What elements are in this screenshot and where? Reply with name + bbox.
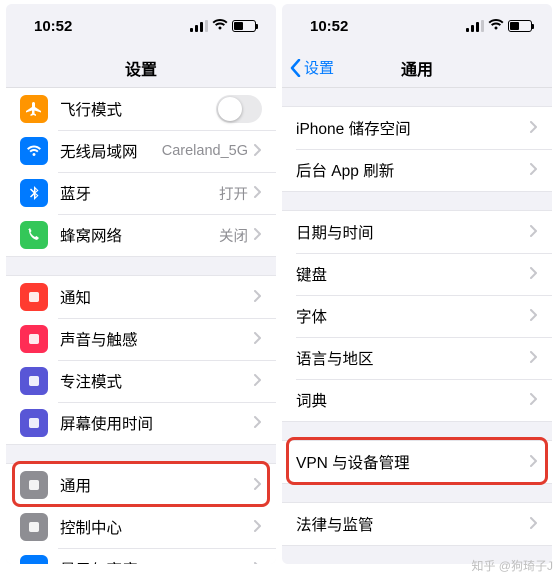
wifi-icon — [20, 137, 48, 165]
nav-title: 通用 — [401, 56, 433, 80]
settings-row-focus[interactable]: 专注模式 — [6, 360, 276, 402]
row-label: 字体 — [296, 305, 530, 327]
back-button[interactable]: 设置 — [290, 57, 334, 78]
row-label: 屏幕使用时间 — [60, 412, 254, 434]
chevron-right-icon — [530, 266, 538, 283]
row-label: 后台 App 刷新 — [296, 159, 530, 181]
cellular-signal-icon — [190, 20, 208, 32]
settings-list[interactable]: 飞行模式无线局域网Careland_5G蓝牙打开蜂窝网络关闭 通知声音与触感专注… — [6, 88, 276, 564]
chevron-right-icon — [254, 415, 262, 432]
chevron-right-icon — [254, 373, 262, 390]
row-label: VPN 与设备管理 — [296, 451, 530, 473]
settings-row-general[interactable]: 通用 — [6, 464, 276, 506]
general-row-font[interactable]: 字体 — [282, 295, 552, 337]
settings-row-bt[interactable]: 蓝牙打开 — [6, 172, 276, 214]
chevron-right-icon — [530, 308, 538, 325]
settings-root-screen: 10:52 设置 飞行模式无线局域网Careland_5G蓝牙打开蜂窝网络关闭 … — [6, 4, 276, 564]
cell-icon — [20, 221, 48, 249]
chevron-right-icon — [254, 519, 262, 536]
chevron-right-icon — [254, 331, 262, 348]
wifi-icon — [488, 18, 504, 35]
row-label: 蓝牙 — [60, 182, 219, 204]
settings-row-screent[interactable]: 屏幕使用时间 — [6, 402, 276, 444]
settings-row-notif[interactable]: 通知 — [6, 276, 276, 318]
sound-icon — [20, 325, 48, 353]
row-detail: Careland_5G — [162, 143, 248, 159]
chevron-right-icon — [254, 289, 262, 306]
settings-row-flight[interactable]: 飞行模式 — [6, 88, 276, 130]
general-row-lang[interactable]: 语言与地区 — [282, 337, 552, 379]
chevron-right-icon — [530, 350, 538, 367]
row-label: 通用 — [60, 474, 254, 496]
chevron-right-icon — [530, 516, 538, 533]
disp-icon — [20, 555, 48, 564]
watermark: 知乎 @狗琦子J — [471, 557, 553, 574]
nav-bar: 设置 通用 — [282, 48, 552, 88]
general-list[interactable]: iPhone 储存空间后台 App 刷新日期与时间键盘字体语言与地区词典 VPN … — [282, 88, 552, 564]
notif-icon — [20, 283, 48, 311]
general-icon — [20, 471, 48, 499]
status-indicators — [466, 18, 532, 35]
toggle[interactable] — [216, 95, 262, 123]
general-row-dict[interactable]: 词典 — [282, 379, 552, 421]
chevron-right-icon — [254, 143, 262, 160]
chevron-right-icon — [254, 477, 262, 494]
general-screen: 10:52 设置 通用 iPhone 储存空间后台 App 刷新日期与时间键盘字… — [282, 4, 552, 564]
nav-title: 设置 — [125, 56, 157, 80]
row-label: 蜂窝网络 — [60, 224, 219, 246]
general-row-bgapp[interactable]: 后台 App 刷新 — [282, 149, 552, 191]
general-row-date[interactable]: 日期与时间 — [282, 211, 552, 253]
row-label: iPhone 储存空间 — [296, 117, 530, 139]
chevron-right-icon — [530, 392, 538, 409]
flight-icon — [20, 95, 48, 123]
status-time: 10:52 — [34, 18, 72, 35]
cc-icon — [20, 513, 48, 541]
settings-row-cc[interactable]: 控制中心 — [6, 506, 276, 548]
screent-icon — [20, 409, 48, 437]
general-row-storage[interactable]: iPhone 储存空间 — [282, 107, 552, 149]
row-label: 语言与地区 — [296, 347, 530, 369]
settings-row-sound[interactable]: 声音与触感 — [6, 318, 276, 360]
row-label: 显示与亮度 — [60, 558, 254, 564]
cellular-signal-icon — [466, 20, 484, 32]
battery-icon — [232, 20, 256, 32]
chevron-right-icon — [254, 185, 262, 202]
general-row-legal[interactable]: 法律与监管 — [282, 503, 552, 545]
chevron-right-icon — [254, 561, 262, 565]
wifi-icon — [212, 18, 228, 35]
chevron-right-icon — [530, 162, 538, 179]
row-label: 控制中心 — [60, 516, 254, 538]
row-label: 专注模式 — [60, 370, 254, 392]
chevron-right-icon — [254, 227, 262, 244]
row-label: 通知 — [60, 286, 254, 308]
row-detail: 打开 — [219, 183, 248, 204]
status-time: 10:52 — [310, 18, 348, 35]
settings-row-disp[interactable]: 显示与亮度 — [6, 548, 276, 564]
status-bar: 10:52 — [282, 4, 552, 48]
focus-icon — [20, 367, 48, 395]
status-indicators — [190, 18, 256, 35]
chevron-right-icon — [530, 120, 538, 137]
back-label: 设置 — [304, 57, 334, 78]
row-label: 键盘 — [296, 263, 530, 285]
chevron-right-icon — [530, 454, 538, 471]
status-bar: 10:52 — [6, 4, 276, 48]
row-label: 无线局域网 — [60, 140, 162, 162]
settings-row-cell[interactable]: 蜂窝网络关闭 — [6, 214, 276, 256]
bt-icon — [20, 179, 48, 207]
settings-row-wifi[interactable]: 无线局域网Careland_5G — [6, 130, 276, 172]
chevron-right-icon — [530, 224, 538, 241]
battery-icon — [508, 20, 532, 32]
row-label: 日期与时间 — [296, 221, 530, 243]
row-label: 法律与监管 — [296, 513, 530, 535]
row-label: 飞行模式 — [60, 98, 216, 120]
general-row-kb[interactable]: 键盘 — [282, 253, 552, 295]
row-label: 声音与触感 — [60, 328, 254, 350]
row-label: 词典 — [296, 389, 530, 411]
row-detail: 关闭 — [219, 225, 248, 246]
general-row-vpn[interactable]: VPN 与设备管理 — [282, 441, 552, 483]
nav-bar: 设置 — [6, 48, 276, 88]
